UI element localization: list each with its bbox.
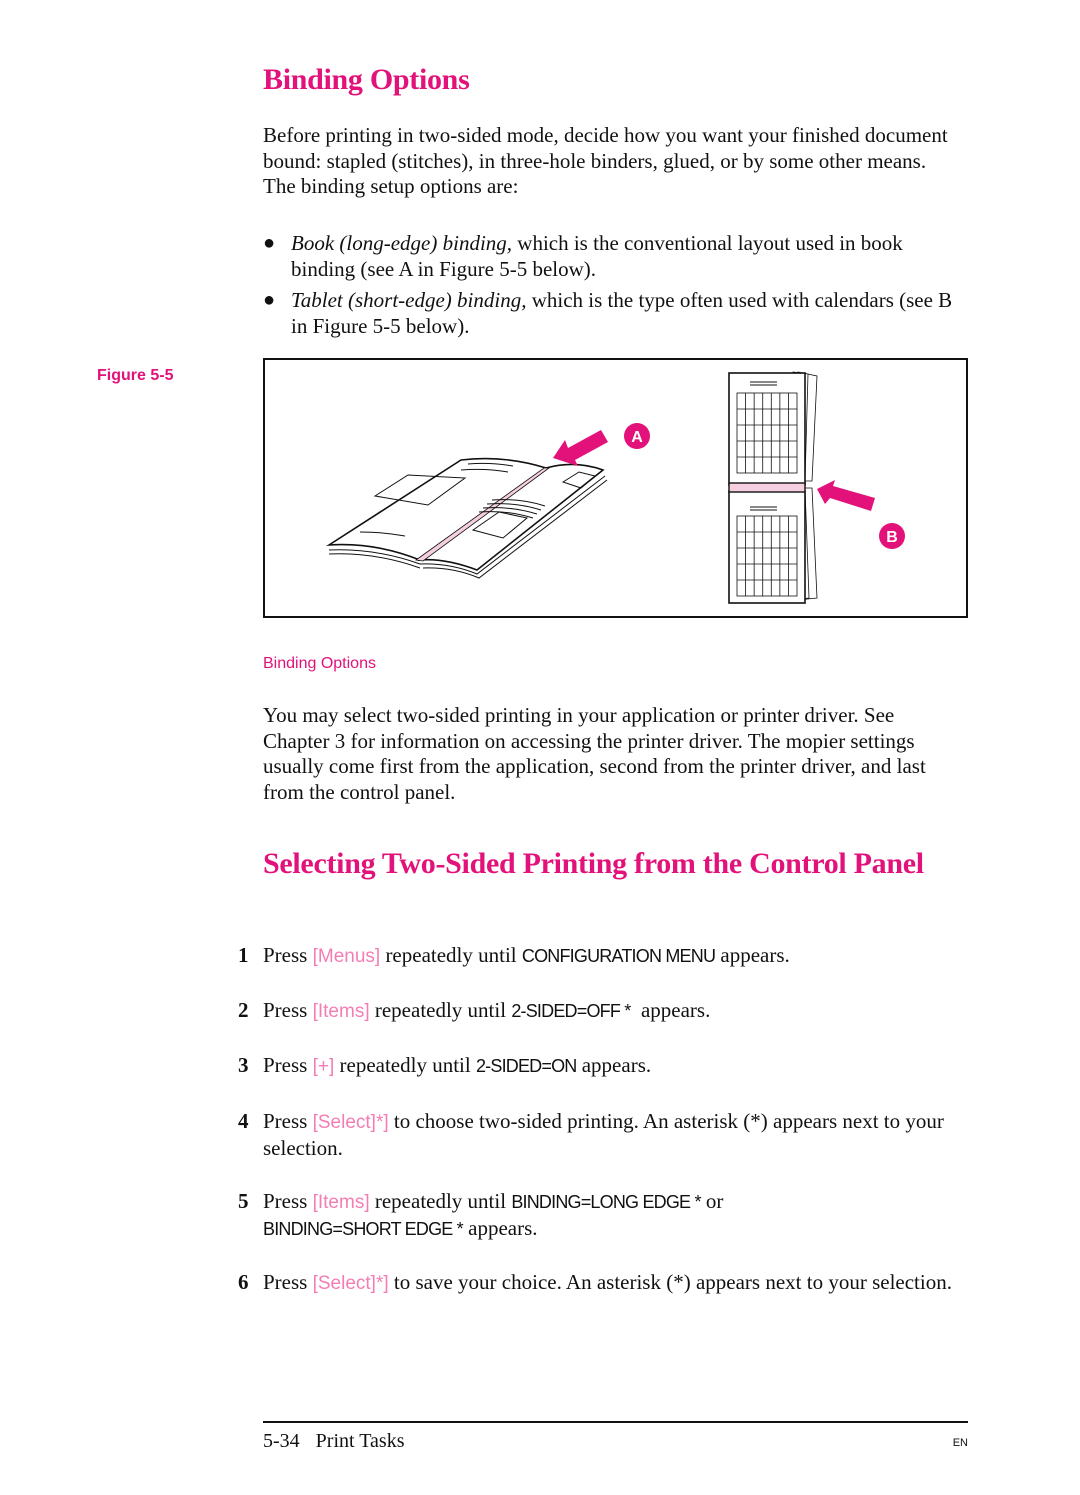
- step-number: 2: [238, 998, 249, 1022]
- open-book-illustration: [325, 457, 608, 579]
- step-text: Press: [263, 943, 313, 967]
- step-text: repeatedly until: [334, 1053, 476, 1077]
- figure-caption: Binding Options: [263, 655, 376, 672]
- arrow-b-icon: [817, 480, 875, 511]
- step-text: Press: [263, 1189, 313, 1213]
- step-number: 6: [238, 1270, 249, 1294]
- step-text: appears.: [576, 1053, 652, 1077]
- select-key: [Select]*]: [312, 1112, 389, 1133]
- items-key: [Items]: [312, 1192, 370, 1213]
- step-4: 4 Press [Select]*] to choose two-sided p…: [238, 1109, 958, 1161]
- step-text: appears.: [630, 998, 711, 1022]
- figure-binding-options: A B: [263, 358, 968, 618]
- tablet-calendar-illustration: [728, 371, 818, 604]
- step-text: Press: [263, 1109, 313, 1133]
- figure-illustration: A B: [325, 371, 905, 604]
- bullet-term: Tablet (short-edge) binding,: [291, 288, 527, 312]
- bullet-icon: ●: [263, 289, 276, 311]
- select-key: [Select]*]: [312, 1273, 389, 1294]
- menus-key: [Menus]: [312, 946, 381, 967]
- arrow-a-icon: [553, 430, 608, 466]
- footer-divider: [263, 1421, 968, 1423]
- step-1: 1 Press [Menus] repeatedly until CONFIGU…: [238, 943, 958, 970]
- step-number: 5: [238, 1189, 249, 1213]
- step-text: Press: [263, 1270, 313, 1294]
- display-message: BINDING=SHORT EDGE *: [263, 1218, 464, 1239]
- step-number: 4: [238, 1109, 249, 1133]
- plus-key: [+]: [312, 1056, 335, 1077]
- step-number: 3: [238, 1053, 249, 1077]
- bullet-book-binding: ● Book (long-edge) binding, which is the…: [263, 231, 963, 282]
- footer-page-info: 5-34 Print Tasks: [263, 1430, 404, 1453]
- driver-paragraph: You may select two-sided printing in you…: [263, 703, 926, 804]
- items-key: [Items]: [312, 1001, 370, 1022]
- callout-a-label: A: [631, 429, 643, 446]
- step-text: Press: [263, 1053, 313, 1077]
- footer-section: Print Tasks: [315, 1430, 405, 1452]
- step-text: repeatedly until: [380, 943, 522, 967]
- step-3: 3 Press [+] repeatedly until 2-SIDED=ON …: [238, 1053, 958, 1080]
- step-text: Press: [263, 998, 313, 1022]
- bullet-term: Book (long-edge) binding,: [291, 231, 513, 255]
- display-message: 2-SIDED=ON: [475, 1056, 577, 1076]
- page-number: 5-34: [263, 1430, 300, 1452]
- step-text: appears.: [715, 943, 790, 967]
- bullet-tablet-binding: ● Tablet (short-edge) binding, which is …: [263, 288, 963, 339]
- step-2: 2 Press [Items] repeatedly until 2-SIDED…: [238, 998, 958, 1025]
- callout-b-label: B: [886, 529, 898, 546]
- intro-paragraph: Before printing in two-sided mode, decid…: [263, 123, 948, 198]
- language-code: EN: [952, 1437, 968, 1449]
- step-text: to save your choice. An asterisk (*) app…: [388, 1270, 952, 1294]
- section-title-binding-options: Binding Options: [263, 63, 470, 96]
- step-text: repeatedly until: [369, 1189, 512, 1213]
- step-5: 5 Press [Items] repeatedly until BINDING…: [238, 1189, 958, 1242]
- display-message: CONFIGURATION MENU: [521, 946, 716, 966]
- step-number: 1: [238, 943, 249, 967]
- step-text: or: [700, 1189, 724, 1213]
- section-title-control-panel: Selecting Two-Sided Printing from the Co…: [263, 847, 924, 880]
- callout-b-badge: B: [879, 523, 905, 549]
- step-6: 6 Press [Select]*] to save your choice. …: [238, 1270, 958, 1297]
- display-message: BINDING=LONG EDGE *: [511, 1192, 701, 1212]
- callout-a-badge: A: [624, 423, 650, 449]
- bullet-icon: ●: [263, 232, 276, 254]
- figure-label: Figure 5-5: [97, 367, 174, 384]
- display-message: 2-SIDED=OFF *: [511, 1001, 631, 1021]
- step-text: repeatedly until: [369, 998, 512, 1022]
- step-text: appears.: [462, 1215, 538, 1240]
